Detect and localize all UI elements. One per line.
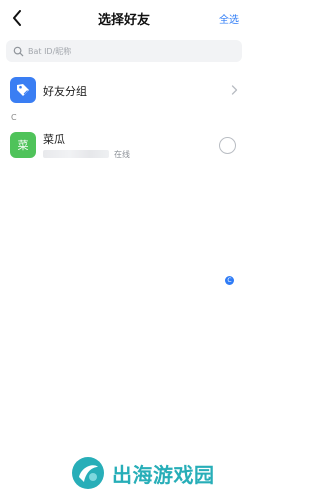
page-title: 选择好友: [97, 13, 150, 28]
search-input[interactable]: [28, 46, 228, 56]
watermark-logo-icon: [72, 457, 104, 489]
watermark: 出海游戏园: [70, 455, 245, 491]
friend-group-label: 好友分组: [43, 85, 87, 98]
watermark-text: 出海游戏园: [112, 462, 215, 487]
section-header-letter: C: [11, 113, 17, 122]
contact-name: 菜瓜: [43, 133, 65, 146]
select-all-button[interactable]: 全选: [219, 11, 239, 26]
top-nav-bar: 选择好友 全选: [0, 0, 248, 36]
search-icon: [13, 46, 24, 56]
contact-list-item[interactable]: 菜 菜瓜 在线: [0, 126, 248, 164]
avatar: 菜: [10, 132, 36, 158]
select-radio[interactable]: [219, 137, 236, 154]
friend-group-row[interactable]: 好友分组: [0, 74, 248, 106]
floating-index-badge[interactable]: C: [225, 276, 234, 285]
chevron-right-icon: [231, 85, 238, 95]
online-status: 在线: [114, 150, 130, 159]
search-bar[interactable]: [6, 40, 242, 62]
tag-icon: [10, 77, 36, 103]
redacted-id: [43, 150, 109, 158]
